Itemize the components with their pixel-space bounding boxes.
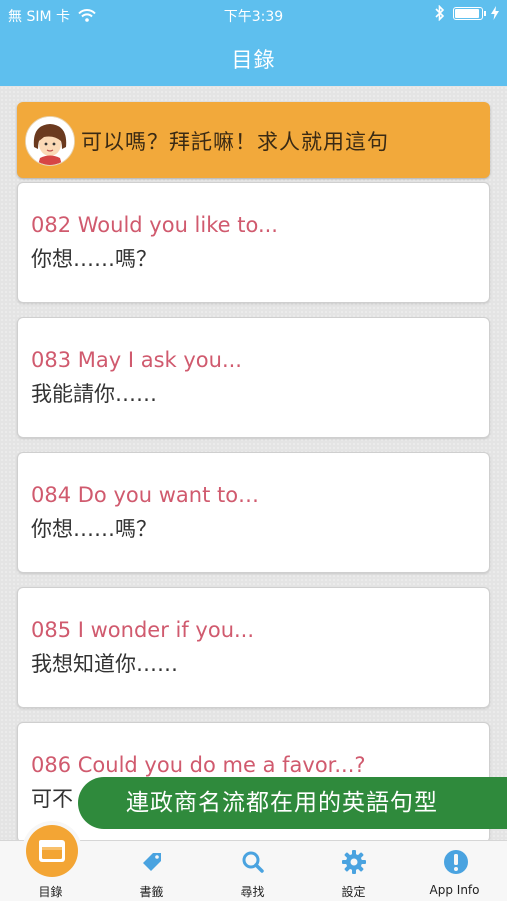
list-item[interactable]: 082 Would you like to... 你想……嗎？ bbox=[17, 182, 490, 303]
tab-contents[interactable]: 目錄 bbox=[0, 825, 101, 901]
chapter-header-card: 可以嗎？拜託嘛！求人就用這句 bbox=[17, 102, 490, 178]
status-bar: 無 SIM 卡 下午3:39 bbox=[0, 0, 507, 30]
tab-bar: 目錄 書籤 尋找 設定 App Info bbox=[0, 825, 507, 901]
list-item[interactable]: 085 I wonder if you... 我想知道你…… bbox=[17, 587, 490, 708]
charging-icon bbox=[491, 6, 499, 20]
chapter-title: 可以嗎？拜託嘛！求人就用這句 bbox=[81, 130, 389, 154]
phrase-chinese: 我想知道你…… bbox=[31, 652, 178, 676]
search-icon bbox=[242, 851, 264, 873]
tab-search[interactable]: 尋找 bbox=[202, 841, 303, 901]
phrase-chinese: 你想……嗎？ bbox=[31, 247, 157, 271]
phrase-english: 082 Would you like to... bbox=[31, 213, 278, 237]
tab-label: 目錄 bbox=[38, 885, 63, 899]
phrase-english: 084 Do you want to… bbox=[31, 483, 260, 507]
status-time: 下午3:39 bbox=[223, 9, 284, 25]
battery-icon bbox=[453, 6, 486, 20]
tab-label: 書籤 bbox=[139, 885, 164, 899]
phrase-english: 085 I wonder if you... bbox=[31, 618, 255, 642]
info-icon bbox=[443, 850, 468, 874]
phrase-english: 086 Could you do me a favor...? bbox=[31, 753, 366, 777]
tab-bookmarks[interactable]: 書籤 bbox=[101, 841, 202, 901]
folder-icon bbox=[39, 840, 65, 862]
status-right bbox=[435, 5, 499, 21]
content-list[interactable]: 可以嗎？拜託嘛！求人就用這句 082 Would you like to... … bbox=[0, 86, 507, 840]
tab-app-info[interactable]: App Info bbox=[404, 841, 507, 901]
bluetooth-icon bbox=[435, 5, 445, 21]
tab-label: 尋找 bbox=[240, 885, 265, 899]
phrase-chinese: 可不 bbox=[31, 787, 73, 811]
gear-icon bbox=[341, 850, 366, 874]
tab-settings[interactable]: 設定 bbox=[303, 841, 404, 901]
avatar bbox=[25, 116, 75, 166]
girl-avatar-icon bbox=[26, 117, 74, 165]
phrase-chinese: 你想……嗎？ bbox=[31, 517, 157, 541]
phrase-english: 083 May I ask you... bbox=[31, 348, 242, 372]
list-item[interactable]: 084 Do you want to… 你想……嗎？ bbox=[17, 452, 490, 573]
list-item[interactable]: 083 May I ask you... 我能請你…… bbox=[17, 317, 490, 438]
tab-label: 設定 bbox=[341, 885, 366, 899]
promo-banner[interactable]: 連政商名流都在用的英語句型 bbox=[78, 777, 507, 829]
tab-label: App Info bbox=[429, 883, 480, 897]
navigation-bar: 目錄 bbox=[0, 30, 507, 86]
tag-icon bbox=[142, 853, 161, 871]
phrase-chinese: 我能請你…… bbox=[31, 382, 157, 406]
page-title: 目錄 bbox=[231, 48, 276, 72]
active-tab-highlight bbox=[26, 825, 78, 877]
